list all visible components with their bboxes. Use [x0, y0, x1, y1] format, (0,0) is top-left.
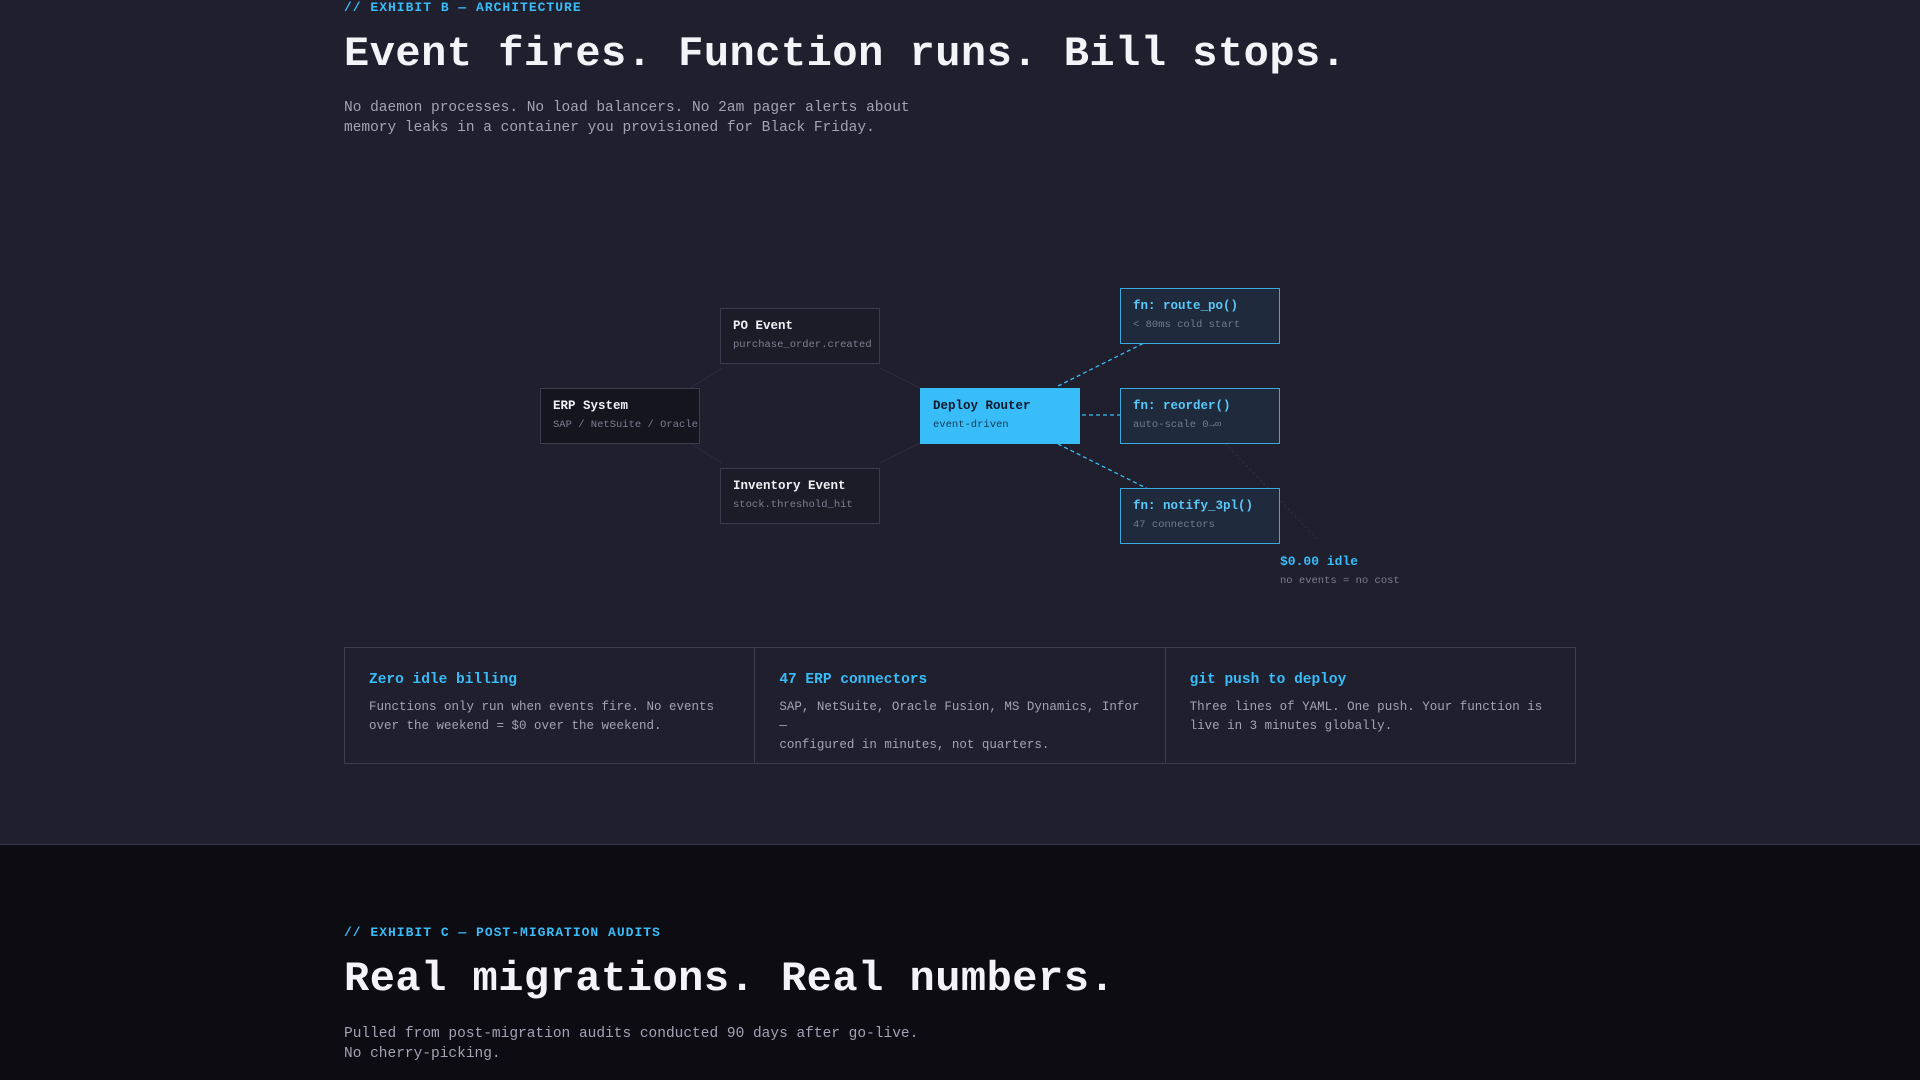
erp-system-node[interactable]: ERP System SAP / NetSuite / Oracle — [540, 388, 700, 444]
feature-card-zero-idle: Zero idle billing Functions only run whe… — [345, 648, 754, 763]
node-title: fn: reorder() — [1133, 399, 1231, 413]
inventory-event-node[interactable]: Inventory Event stock.threshold_hit — [720, 468, 880, 524]
node-title: ERP System — [553, 399, 629, 413]
exhibit-c-lead: Pulled from post-migration audits conduc… — [344, 1024, 918, 1064]
idle-subtitle: no events = no cost — [1280, 575, 1400, 587]
po-event-node[interactable]: PO Event purchase_order.created — [720, 308, 880, 364]
wire-erp-inventory — [689, 442, 723, 464]
feature-line: configured in minutes, not quarters. — [779, 738, 1050, 752]
feature-description: Three lines of YAML. One push. Your func… — [1190, 698, 1551, 736]
node-title: fn: route_po() — [1133, 299, 1239, 313]
feature-title: Zero idle billing — [369, 672, 517, 688]
node-subtitle: < 80ms cold start — [1133, 319, 1241, 331]
node-title: Deploy Router — [933, 399, 1031, 413]
exhibit-c-lead-line: No cherry-picking. — [344, 1046, 501, 1062]
node-title: PO Event — [733, 319, 794, 333]
node-subtitle: auto-scale 0→∞ — [1133, 419, 1222, 431]
deploy-router-node[interactable]: Deploy Router event-driven — [920, 388, 1080, 444]
feature-line: Three lines of YAML. One push. Your func… — [1189, 700, 1543, 714]
feature-description: Functions only run when events fire. No … — [369, 698, 730, 736]
node-subtitle: 47 connectors — [1133, 519, 1215, 531]
idle-cost-label: $0.00 idle no events = no cost — [1280, 554, 1400, 587]
node-title: Inventory Event — [733, 479, 846, 493]
feature-line: Functions only run when events fire. No … — [369, 700, 715, 714]
idle-title: $0.00 idle — [1280, 554, 1359, 569]
node-subtitle: purchase_order.created — [733, 339, 872, 351]
feature-line: over the weekend = $0 over the weekend. — [369, 719, 662, 733]
feature-title: git push to deploy — [1189, 672, 1347, 688]
node-subtitle: SAP / NetSuite / Oracle — [553, 419, 698, 431]
fn-route-po-node[interactable]: fn: route_po() < 80ms cold start — [1120, 288, 1280, 344]
feature-line: live in 3 minutes globally. — [1189, 719, 1393, 733]
node-subtitle: event-driven — [933, 419, 1009, 431]
node-subtitle: stock.threshold_hit — [733, 499, 853, 511]
fn-reorder-node[interactable]: fn: reorder() auto-scale 0→∞ — [1120, 388, 1280, 444]
node-title: fn: notify_3pl() — [1133, 499, 1254, 513]
exhibit-c-eyebrow: // EXHIBIT C — POST-MIGRATION AUDITS — [344, 925, 661, 940]
architecture-section: // EXHIBIT B — ARCHITECTURE Event fires.… — [0, 0, 1920, 845]
exhibit-c-title: Real migrations. Real numbers. — [344, 955, 1116, 1003]
wire-erp-po — [689, 367, 723, 389]
audits-section: // EXHIBIT C — POST-MIGRATION AUDITS Rea… — [0, 845, 1920, 1080]
feature-card-git-push: git push to deploy Three lines of YAML. … — [1164, 648, 1575, 763]
exhibit-c-lead-line: Pulled from post-migration audits conduc… — [344, 1026, 919, 1042]
fn-notify-3pl-node[interactable]: fn: notify_3pl() 47 connectors — [1120, 488, 1280, 544]
wire-po-router — [879, 367, 921, 389]
feature-card-connectors: 47 ERP connectors SAP, NetSuite, Oracle … — [754, 648, 1164, 763]
feature-cards: Zero idle billing Functions only run whe… — [344, 647, 1576, 764]
feature-title: 47 ERP connectors — [779, 672, 928, 688]
feature-line: SAP, NetSuite, Oracle Fusion, MS Dynamic… — [779, 700, 1140, 733]
wire-inventory-router — [879, 442, 921, 464]
feature-description: SAP, NetSuite, Oracle Fusion, MS Dynamic… — [779, 698, 1140, 755]
